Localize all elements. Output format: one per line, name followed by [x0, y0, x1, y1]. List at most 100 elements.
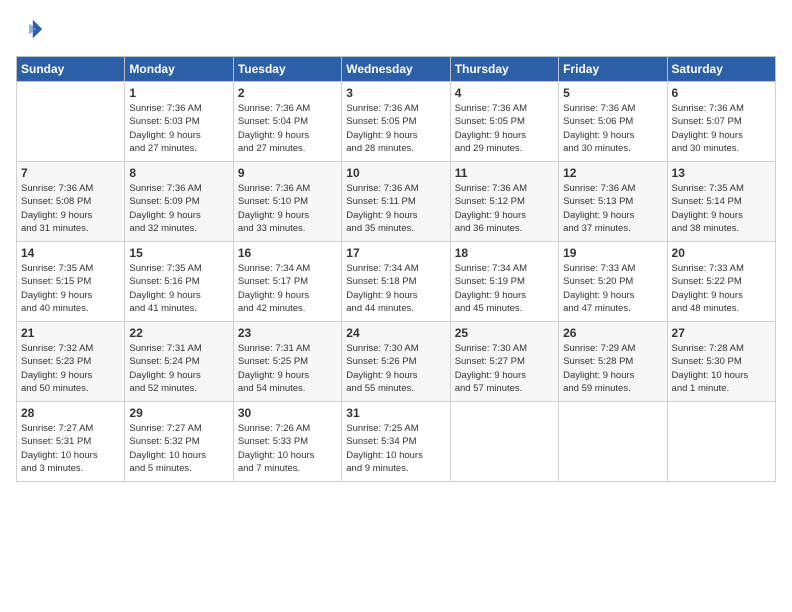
calendar-cell: 1 Sunrise: 7:36 AMSunset: 5:03 PMDaylight… [125, 82, 233, 162]
day-info: Sunrise: 7:36 AMSunset: 5:10 PMDaylight:… [238, 182, 337, 235]
calendar-cell: 21 Sunrise: 7:32 AMSunset: 5:23 PMDayligh… [17, 322, 125, 402]
header-cell-sunday: Sunday [17, 57, 125, 82]
day-info: Sunrise: 7:36 AMSunset: 5:08 PMDaylight:… [21, 182, 120, 235]
calendar-cell: 5 Sunrise: 7:36 AMSunset: 5:06 PMDaylight… [559, 82, 667, 162]
calendar-cell: 8Sunrise: 7:36 AMSunset: 5:09 PMDaylight… [125, 162, 233, 242]
calendar-cell [450, 402, 558, 482]
day-info: Sunrise: 7:33 AMSunset: 5:22 PMDaylight:… [672, 262, 771, 315]
calendar-cell: 16 Sunrise: 7:34 AMSunset: 5:17 PMDayligh… [233, 242, 341, 322]
calendar-cell: 14 Sunrise: 7:35 AMSunset: 5:15 PMDayligh… [17, 242, 125, 322]
day-number: 12 [563, 166, 662, 180]
day-number: 10 [346, 166, 445, 180]
day-info: Sunrise: 7:32 AMSunset: 5:23 PMDaylight:… [21, 342, 120, 395]
day-number: 11 [455, 166, 554, 180]
day-info: Sunrise: 7:31 AMSunset: 5:24 PMDaylight:… [129, 342, 228, 395]
header [16, 16, 776, 44]
calendar-cell: 23 Sunrise: 7:31 AMSunset: 5:25 PMDayligh… [233, 322, 341, 402]
day-number: 22 [129, 326, 228, 340]
day-info: Sunrise: 7:34 AMSunset: 5:18 PMDaylight:… [346, 262, 445, 315]
header-cell-saturday: Saturday [667, 57, 775, 82]
day-info: Sunrise: 7:27 AMSunset: 5:32 PMDaylight:… [129, 422, 228, 475]
day-number: 1 [129, 86, 228, 100]
week-row-4: 28 Sunrise: 7:27 AMSunset: 5:31 PMDayligh… [17, 402, 776, 482]
header-row: SundayMondayTuesdayWednesdayThursdayFrid… [17, 57, 776, 82]
week-row-3: 21 Sunrise: 7:32 AMSunset: 5:23 PMDayligh… [17, 322, 776, 402]
day-number: 21 [21, 326, 120, 340]
logo-icon [16, 16, 44, 44]
calendar-cell: 20 Sunrise: 7:33 AMSunset: 5:22 PMDayligh… [667, 242, 775, 322]
header-cell-monday: Monday [125, 57, 233, 82]
day-info: Sunrise: 7:33 AMSunset: 5:20 PMDaylight:… [563, 262, 662, 315]
day-info: Sunrise: 7:29 AMSunset: 5:28 PMDaylight:… [563, 342, 662, 395]
day-number: 9 [238, 166, 337, 180]
calendar-cell: 3 Sunrise: 7:36 AMSunset: 5:05 PMDaylight… [342, 82, 450, 162]
logo [16, 16, 48, 44]
day-number: 3 [346, 86, 445, 100]
week-row-2: 14 Sunrise: 7:35 AMSunset: 5:15 PMDayligh… [17, 242, 776, 322]
calendar-cell: 2 Sunrise: 7:36 AMSunset: 5:04 PMDaylight… [233, 82, 341, 162]
calendar-cell: 13 Sunrise: 7:35 AMSunset: 5:14 PMDayligh… [667, 162, 775, 242]
day-number: 8 [129, 166, 228, 180]
day-number: 2 [238, 86, 337, 100]
week-row-0: 1 Sunrise: 7:36 AMSunset: 5:03 PMDaylight… [17, 82, 776, 162]
day-number: 14 [21, 246, 120, 260]
day-number: 17 [346, 246, 445, 260]
day-info: Sunrise: 7:34 AMSunset: 5:19 PMDaylight:… [455, 262, 554, 315]
day-number: 29 [129, 406, 228, 420]
calendar-header: SundayMondayTuesdayWednesdayThursdayFrid… [17, 57, 776, 82]
calendar-cell: 11 Sunrise: 7:36 AMSunset: 5:12 PMDayligh… [450, 162, 558, 242]
header-cell-thursday: Thursday [450, 57, 558, 82]
day-number: 27 [672, 326, 771, 340]
day-number: 13 [672, 166, 771, 180]
day-info: Sunrise: 7:35 AMSunset: 5:16 PMDaylight:… [129, 262, 228, 315]
calendar-cell: 27Sunrise: 7:28 AMSunset: 5:30 PMDayligh… [667, 322, 775, 402]
calendar-cell: 22 Sunrise: 7:31 AMSunset: 5:24 PMDayligh… [125, 322, 233, 402]
day-info: Sunrise: 7:27 AMSunset: 5:31 PMDaylight:… [21, 422, 120, 475]
day-info: Sunrise: 7:36 AMSunset: 5:04 PMDaylight:… [238, 102, 337, 155]
day-number: 23 [238, 326, 337, 340]
day-number: 20 [672, 246, 771, 260]
calendar-cell: 31Sunrise: 7:25 AMSunset: 5:34 PMDayligh… [342, 402, 450, 482]
calendar-cell: 7 Sunrise: 7:36 AMSunset: 5:08 PMDaylight… [17, 162, 125, 242]
calendar-cell [667, 402, 775, 482]
day-number: 18 [455, 246, 554, 260]
day-info: Sunrise: 7:36 AMSunset: 5:12 PMDaylight:… [455, 182, 554, 235]
calendar-cell: 30Sunrise: 7:26 AMSunset: 5:33 PMDayligh… [233, 402, 341, 482]
day-number: 16 [238, 246, 337, 260]
day-number: 5 [563, 86, 662, 100]
day-number: 7 [21, 166, 120, 180]
calendar-cell [559, 402, 667, 482]
day-info: Sunrise: 7:36 AMSunset: 5:11 PMDaylight:… [346, 182, 445, 235]
calendar-cell: 6Sunrise: 7:36 AMSunset: 5:07 PMDaylight… [667, 82, 775, 162]
day-number: 15 [129, 246, 228, 260]
day-number: 28 [21, 406, 120, 420]
calendar-cell: 18 Sunrise: 7:34 AMSunset: 5:19 PMDayligh… [450, 242, 558, 322]
header-cell-friday: Friday [559, 57, 667, 82]
day-info: Sunrise: 7:36 AMSunset: 5:03 PMDaylight:… [129, 102, 228, 155]
calendar-body: 1 Sunrise: 7:36 AMSunset: 5:03 PMDaylight… [17, 82, 776, 482]
day-info: Sunrise: 7:34 AMSunset: 5:17 PMDaylight:… [238, 262, 337, 315]
header-cell-tuesday: Tuesday [233, 57, 341, 82]
calendar-cell: 15 Sunrise: 7:35 AMSunset: 5:16 PMDayligh… [125, 242, 233, 322]
week-row-1: 7 Sunrise: 7:36 AMSunset: 5:08 PMDaylight… [17, 162, 776, 242]
day-info: Sunrise: 7:36 AMSunset: 5:05 PMDaylight:… [346, 102, 445, 155]
day-number: 19 [563, 246, 662, 260]
day-info: Sunrise: 7:35 AMSunset: 5:14 PMDaylight:… [672, 182, 771, 235]
calendar-cell [17, 82, 125, 162]
day-number: 30 [238, 406, 337, 420]
calendar-cell: 24Sunrise: 7:30 AMSunset: 5:26 PMDayligh… [342, 322, 450, 402]
day-info: Sunrise: 7:36 AMSunset: 5:05 PMDaylight:… [455, 102, 554, 155]
calendar-cell: 28 Sunrise: 7:27 AMSunset: 5:31 PMDayligh… [17, 402, 125, 482]
day-info: Sunrise: 7:30 AMSunset: 5:27 PMDaylight:… [455, 342, 554, 395]
calendar-cell: 19 Sunrise: 7:33 AMSunset: 5:20 PMDayligh… [559, 242, 667, 322]
day-info: Sunrise: 7:35 AMSunset: 5:15 PMDaylight:… [21, 262, 120, 315]
day-number: 6 [672, 86, 771, 100]
day-number: 31 [346, 406, 445, 420]
calendar-cell: 17 Sunrise: 7:34 AMSunset: 5:18 PMDayligh… [342, 242, 450, 322]
day-info: Sunrise: 7:36 AMSunset: 5:06 PMDaylight:… [563, 102, 662, 155]
main-container: SundayMondayTuesdayWednesdayThursdayFrid… [0, 0, 792, 490]
day-info: Sunrise: 7:31 AMSunset: 5:25 PMDaylight:… [238, 342, 337, 395]
day-number: 25 [455, 326, 554, 340]
calendar-cell: 9 Sunrise: 7:36 AMSunset: 5:10 PMDaylight… [233, 162, 341, 242]
calendar-cell: 12Sunrise: 7:36 AMSunset: 5:13 PMDayligh… [559, 162, 667, 242]
